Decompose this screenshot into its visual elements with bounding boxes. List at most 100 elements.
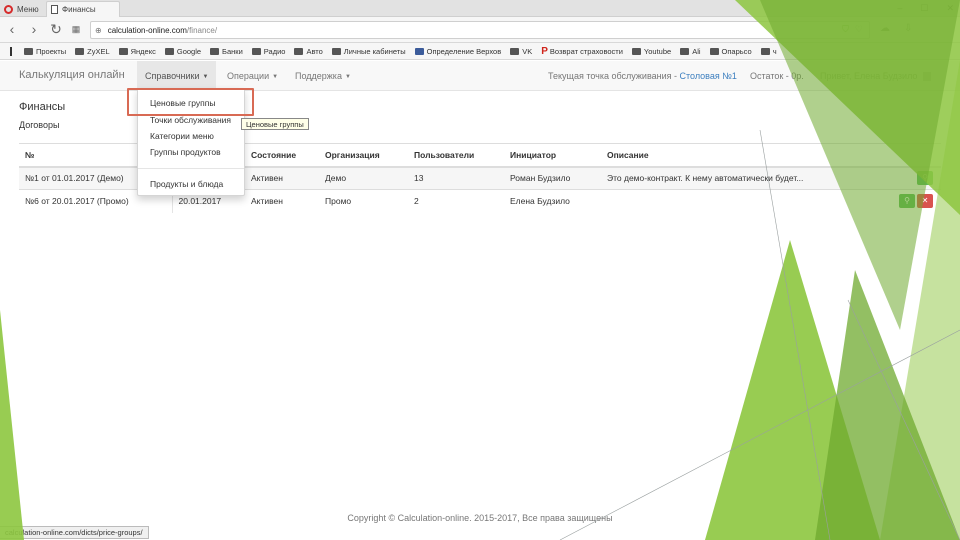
bookmark-label: ZyXEL <box>87 46 110 56</box>
nav-support-label: Поддержка <box>295 71 342 81</box>
deco-triangle-bottom-right <box>815 270 960 540</box>
back-arrow-icon[interactable]: ‹ <box>4 21 20 37</box>
folder-icon <box>118 47 128 55</box>
service-point-label: Текущая точка обслуживания - <box>548 71 680 81</box>
bookmark-folder[interactable]: Яндекс <box>118 47 156 56</box>
folder-icon <box>510 47 520 55</box>
deco-line-right <box>847 299 960 540</box>
folder-icon <box>760 47 770 55</box>
caret-down-icon: ▼ <box>272 73 279 80</box>
app-brand[interactable]: Калькуляция онлайн <box>19 69 125 81</box>
bookmark-label: Youtube <box>643 46 672 56</box>
cell-description <box>601 189 886 213</box>
folder-icon <box>24 47 33 55</box>
column-header-description[interactable]: Описание <box>601 143 886 168</box>
bookmark-folder[interactable]: Опарьсо <box>709 46 752 56</box>
section-subtitle: Договоры <box>19 120 60 130</box>
bookmark-folder[interactable]: Youtube <box>631 46 672 56</box>
cell-organization: Демо <box>319 166 408 190</box>
bookmark-folder[interactable]: Личные кабинеты <box>331 46 406 56</box>
bookmark-label: Личные кабинеты <box>343 46 406 56</box>
bookmark-folder[interactable]: Банки <box>210 47 243 56</box>
browser-tabbar: Меню Финансы – ☐ ✕ <box>0 0 960 17</box>
bookmark-folder[interactable]: Ali <box>680 47 701 56</box>
hover-tooltip: Ценовые группы <box>241 118 309 130</box>
cell-status: Активен <box>245 166 319 190</box>
service-point[interactable]: Текущая точка обслуживания - Столовая №1 <box>548 61 737 91</box>
bookmark-label: Авто <box>306 46 323 56</box>
bookmark-link[interactable]: Определение Верхов <box>414 47 501 56</box>
folder-icon <box>75 47 85 55</box>
forward-arrow-icon[interactable]: › <box>26 21 42 37</box>
search-icon: ⚲ <box>922 173 928 183</box>
caret-down-icon: ▼ <box>344 73 351 80</box>
opera-logo-icon <box>4 4 13 14</box>
column-header-organization[interactable]: Организация <box>319 143 408 168</box>
balance-indicator: Остаток - 0р. <box>750 71 804 81</box>
user-greeting-label: Привет, Елена Будзило <box>820 71 918 81</box>
url-field[interactable]: ⊕ calculation-online.com /finance/ ⛉ ♡ <box>90 21 870 39</box>
column-header-status[interactable]: Состояние <box>245 143 319 168</box>
bookmark-label: Проекты <box>36 46 67 56</box>
bookmark-label: Радио <box>263 46 286 56</box>
speed-dial-icon[interactable]: ▦ <box>68 21 84 37</box>
bookmark-folder[interactable]: Проекты <box>24 47 66 56</box>
browser-menu-tab[interactable]: Меню <box>0 1 44 17</box>
bookmark-folder[interactable]: ч <box>760 46 777 56</box>
deco-triangle-right-edge <box>880 60 960 540</box>
cloud-icon[interactable]: ☁ <box>880 23 890 34</box>
bookmark-folder[interactable]: Радио <box>251 46 286 56</box>
page-icon <box>51 5 58 14</box>
view-button[interactable]: ⚲ <box>899 194 915 209</box>
bookmark-label: ч <box>772 46 777 56</box>
bookmark-folder[interactable]: VK <box>510 47 532 56</box>
folder-icon <box>210 47 220 55</box>
bookmarks-bar: Проекты ZyXEL Яндекс Google Банки Радио … <box>0 43 960 60</box>
page-title: Финансы <box>19 101 66 113</box>
dropdown-item-products-dishes[interactable]: Продукты и блюда <box>138 177 244 191</box>
bookmark-folder[interactable]: Google <box>164 46 202 56</box>
folder-icon <box>294 47 304 55</box>
dropdown-item-menu-categories[interactable]: Категории меню <box>138 129 244 143</box>
service-point-value: Столовая №1 <box>679 71 737 81</box>
cell-initiator: Роман Будзило <box>504 166 601 190</box>
column-header-actions <box>886 143 941 168</box>
nav-support[interactable]: Поддержка ▼ <box>287 61 359 91</box>
nav-operations[interactable]: Операции ▼ <box>219 61 286 91</box>
app-navbar: Калькуляция онлайн Справочники ▼ Операции… <box>0 61 960 91</box>
browser-tab-finance[interactable]: Финансы <box>46 1 120 17</box>
download-icon[interactable]: ⇩ <box>904 23 912 34</box>
user-avatar-icon <box>922 72 931 82</box>
cell-status: Активен <box>245 189 319 213</box>
close-window-button[interactable]: ✕ <box>946 3 954 14</box>
site-icon <box>414 47 424 55</box>
bookmark-label: VK <box>522 46 533 56</box>
folder-icon <box>631 47 641 55</box>
bookmark-folder[interactable]: ZyXEL <box>75 47 110 56</box>
close-icon: ✕ <box>921 196 929 206</box>
view-button[interactable]: ⚲ <box>917 171 933 186</box>
heart-icon[interactable]: ♡ <box>855 24 863 35</box>
nav-directories[interactable]: Справочники ▼ <box>137 61 217 91</box>
delete-button[interactable]: ✕ <box>917 194 933 209</box>
url-path: /finance/ <box>186 25 218 35</box>
bookmark-label: Опарьсо <box>721 46 752 56</box>
maximize-button[interactable]: ☐ <box>920 3 928 14</box>
folder-icon <box>164 47 174 55</box>
search-icon: ⚲ <box>904 196 910 206</box>
column-header-initiator[interactable]: Инициатор <box>504 143 601 168</box>
nav-operations-label: Операции <box>227 71 270 81</box>
folder-icon <box>331 47 341 55</box>
url-host: calculation-online.com <box>107 25 187 35</box>
reload-icon[interactable]: ↻ <box>48 21 64 37</box>
minimize-button[interactable]: – <box>897 3 902 13</box>
user-greeting[interactable]: Привет, Елена Будзило <box>820 61 931 91</box>
bookmark-folder[interactable]: Авто <box>294 46 323 56</box>
dropdown-item-product-groups[interactable]: Группы продуктов <box>138 145 244 159</box>
shield-icon[interactable]: ⛉ <box>842 24 849 35</box>
bookmark-link[interactable]: P Возврат страховости <box>541 46 623 57</box>
column-header-users[interactable]: Пользователи <box>408 143 504 168</box>
page-footer: Copyright © Calculation-online. 2015-201… <box>347 513 613 523</box>
dropdown-divider <box>138 168 244 169</box>
bookmark-label: Google <box>176 46 202 56</box>
